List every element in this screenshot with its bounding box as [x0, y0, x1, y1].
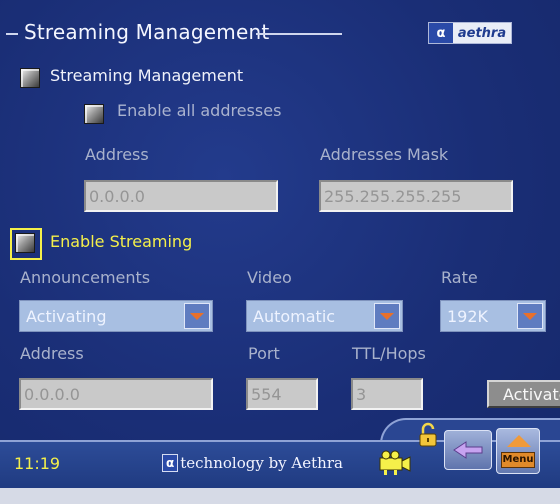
- addresses-mask-label: Addresses Mask: [320, 145, 449, 164]
- title-rule-left: [6, 33, 18, 35]
- camera-icon: [379, 450, 411, 475]
- enable-streaming-label: Enable Streaming: [50, 232, 193, 251]
- menu-label: Menu: [501, 452, 535, 468]
- addresses-mask-field[interactable]: 255.255.255.255: [319, 180, 513, 212]
- streaming-management-checkbox[interactable]: [20, 68, 40, 88]
- back-button[interactable]: [444, 430, 492, 470]
- clock: 11:19: [14, 454, 61, 473]
- port-label: Port: [248, 344, 280, 363]
- video-select[interactable]: Automatic: [246, 300, 403, 332]
- video-label: Video: [247, 268, 292, 287]
- ttl-hops-field[interactable]: 3: [351, 378, 423, 410]
- ttl-hops-label: TTL/Hops: [352, 344, 426, 363]
- announcements-label: Announcements: [20, 268, 151, 287]
- activate-button[interactable]: Activate: [487, 380, 560, 408]
- chevron-down-icon[interactable]: [184, 303, 210, 329]
- technology-by-aethra: α technology by Aethra: [162, 454, 343, 472]
- title-rule-right: [256, 33, 342, 35]
- enable-streaming-checkbox[interactable]: [15, 233, 35, 253]
- brand-alpha: α: [429, 23, 453, 43]
- enable-all-addresses-checkbox[interactable]: [84, 104, 104, 124]
- screen: Streaming Management α aethra Streaming …: [0, 0, 560, 504]
- aethra-logo: α aethra: [428, 22, 512, 44]
- streaming-management-label: Streaming Management: [50, 66, 244, 85]
- status-bar-edge: [0, 488, 560, 504]
- lock-icon: [419, 422, 437, 447]
- address-label: Address: [85, 145, 149, 164]
- address-field[interactable]: 0.0.0.0: [84, 180, 278, 212]
- rate-select[interactable]: 192K: [440, 300, 546, 332]
- rate-label: Rate: [441, 268, 478, 287]
- rate-value: 192K: [447, 306, 489, 326]
- stream-address-label: Address: [20, 344, 84, 363]
- chevron-down-icon[interactable]: [517, 303, 543, 329]
- tech-alpha-logo: α: [162, 454, 179, 472]
- video-value: Automatic: [253, 306, 336, 326]
- port-field[interactable]: 554: [246, 378, 318, 410]
- page-title: Streaming Management: [24, 20, 270, 44]
- tech-text: technology by Aethra: [180, 454, 343, 472]
- menu-home-icon: [507, 435, 531, 447]
- brand-name: aethra: [453, 23, 511, 43]
- enable-all-addresses-label: Enable all addresses: [117, 101, 282, 120]
- announcements-select[interactable]: Activating: [19, 300, 213, 332]
- menu-button[interactable]: Menu: [496, 428, 540, 474]
- stream-address-field[interactable]: 0.0.0.0: [19, 378, 213, 410]
- back-arrow-icon: [453, 441, 483, 459]
- chevron-down-icon[interactable]: [374, 303, 400, 329]
- announcements-value: Activating: [26, 306, 107, 326]
